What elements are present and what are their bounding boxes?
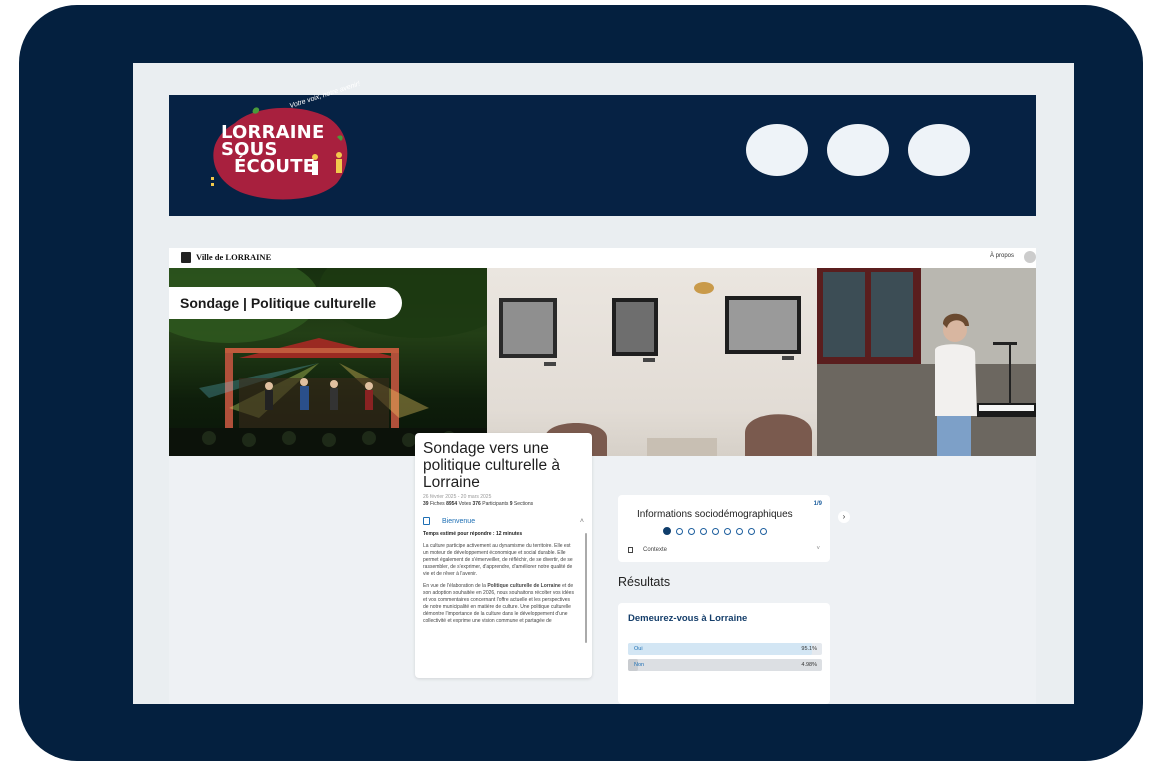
sociodemographic-card: 1/9 Informations sociodémographiques Con… (618, 495, 830, 562)
gallery-photo (487, 268, 817, 456)
sociodemographic-title: Informations sociodémographiques (637, 509, 793, 520)
question-title: Demeurez-vous à Lorraine (628, 613, 748, 624)
policy-name: Politique culturelle de Lorraine (487, 583, 561, 589)
answer-label: Oui (634, 646, 643, 652)
pager-dot-8[interactable] (748, 527, 755, 535)
banner-dot-2 (827, 124, 889, 176)
survey-description: Temps estimé pour répondre : 12 minutes … (423, 531, 584, 625)
site-name[interactable]: Ville de LORRAINE (196, 252, 271, 262)
answer-percent: 95.1% (801, 646, 817, 652)
survey-scrollbar[interactable] (585, 533, 587, 643)
context-label: Contexte (643, 547, 668, 553)
intro-paragraph: La culture participe activement au dynam… (423, 543, 573, 577)
fiches-count: 39 (423, 501, 429, 507)
chevron-down-icon[interactable]: ˅ (816, 546, 820, 552)
sections-label: Sections (513, 501, 534, 507)
pager-dot-1[interactable] (663, 527, 671, 535)
sections-count: 9 (509, 501, 513, 507)
votes-label: Votes (458, 501, 472, 507)
pager-dot-3[interactable] (688, 527, 695, 535)
site-topbar: Ville de LORRAINE À propos (169, 248, 1036, 268)
document-icon (628, 547, 633, 553)
lorraine-sous-ecoute-logo[interactable]: LORRAINE SOUS ÉCOUTE Votre voix, notre a… (205, 81, 361, 203)
participants-count: 376 (472, 501, 481, 507)
section-accordion-bienvenue[interactable]: Bienvenue ˄ (423, 515, 584, 527)
chevron-right-icon: › (842, 512, 846, 521)
pager-dot-2[interactable] (676, 527, 683, 535)
survey-card: Sondage vers une politique culturelle à … (415, 433, 592, 678)
section-pager (663, 527, 767, 535)
device-frame: LORRAINE SOUS ÉCOUTE Votre voix, notre a… (19, 5, 1143, 761)
answer-bar-oui: Oui 95.1% (628, 643, 822, 655)
hero-images: Sondage | Politique culturelle (169, 268, 1036, 456)
answer-percent: 4.98% (801, 662, 817, 668)
banner-dot-1 (746, 124, 808, 176)
survey-title: Sondage vers une politique culturelle à … (423, 440, 561, 491)
results-heading: Résultats (618, 575, 671, 589)
pager-dot-6[interactable] (724, 527, 731, 535)
survey-webpage: Ville de LORRAINE À propos Sondage | Pol… (169, 248, 1036, 704)
user-menu-icon[interactable] (1024, 251, 1036, 263)
header-banner: LORRAINE SOUS ÉCOUTE Votre voix, notre a… (169, 81, 1036, 216)
singer-piano-image (817, 268, 1036, 456)
screen: LORRAINE SOUS ÉCOUTE Votre voix, notre a… (133, 63, 1074, 704)
pager-dot-9[interactable] (760, 527, 767, 535)
estimated-time: Temps estimé pour répondre : 12 minutes (423, 531, 523, 537)
about-link[interactable]: À propos (990, 253, 1014, 259)
banner-dot-3 (908, 124, 970, 176)
votes-count: 8954 (446, 501, 458, 507)
pager-dot-5[interactable] (712, 527, 719, 535)
survey-dates: 26 février 2025 - 20 mars 2025 (423, 494, 492, 500)
participants-label: Participants (482, 501, 509, 507)
city-crest-icon[interactable] (181, 252, 191, 263)
survey-stats: 39 Fiches 8954 Votes 376 Participants 9 … (423, 501, 584, 507)
policy-paragraph-start: En vue de l'élaboration de la (423, 583, 488, 589)
chevron-up-icon[interactable]: ˄ (580, 518, 584, 525)
section-counter: 1/9 (813, 501, 822, 507)
gallery-interior-image (499, 282, 812, 456)
pager-dot-7[interactable] (736, 527, 743, 535)
answer-label: Non (634, 662, 645, 668)
policy-paragraph: En vue de l'élaboration de la Politique … (423, 583, 576, 625)
context-accordion[interactable]: Contexte (628, 547, 667, 553)
logo-line-3: ÉCOUTE (234, 156, 316, 177)
next-section-button[interactable]: › (838, 511, 850, 523)
answer-bar-non: Non 4.98% (628, 659, 822, 671)
document-icon (423, 517, 430, 525)
hero-title-pill: Sondage | Politique culturelle (169, 287, 402, 319)
singer-photo (817, 268, 1036, 456)
logo-text: LORRAINE SOUS ÉCOUTE (221, 124, 324, 177)
section-label: Bienvenue (442, 517, 476, 525)
question-result-card: Demeurez-vous à Lorraine Oui 95.1% Non 4… (618, 603, 830, 704)
answer-fill-oui (628, 643, 813, 655)
pager-dot-4[interactable] (700, 527, 707, 535)
fiches-label: Fiches (429, 501, 445, 507)
policy-paragraph-end: et de son adoption souhaitée en 2026, no… (423, 583, 574, 624)
